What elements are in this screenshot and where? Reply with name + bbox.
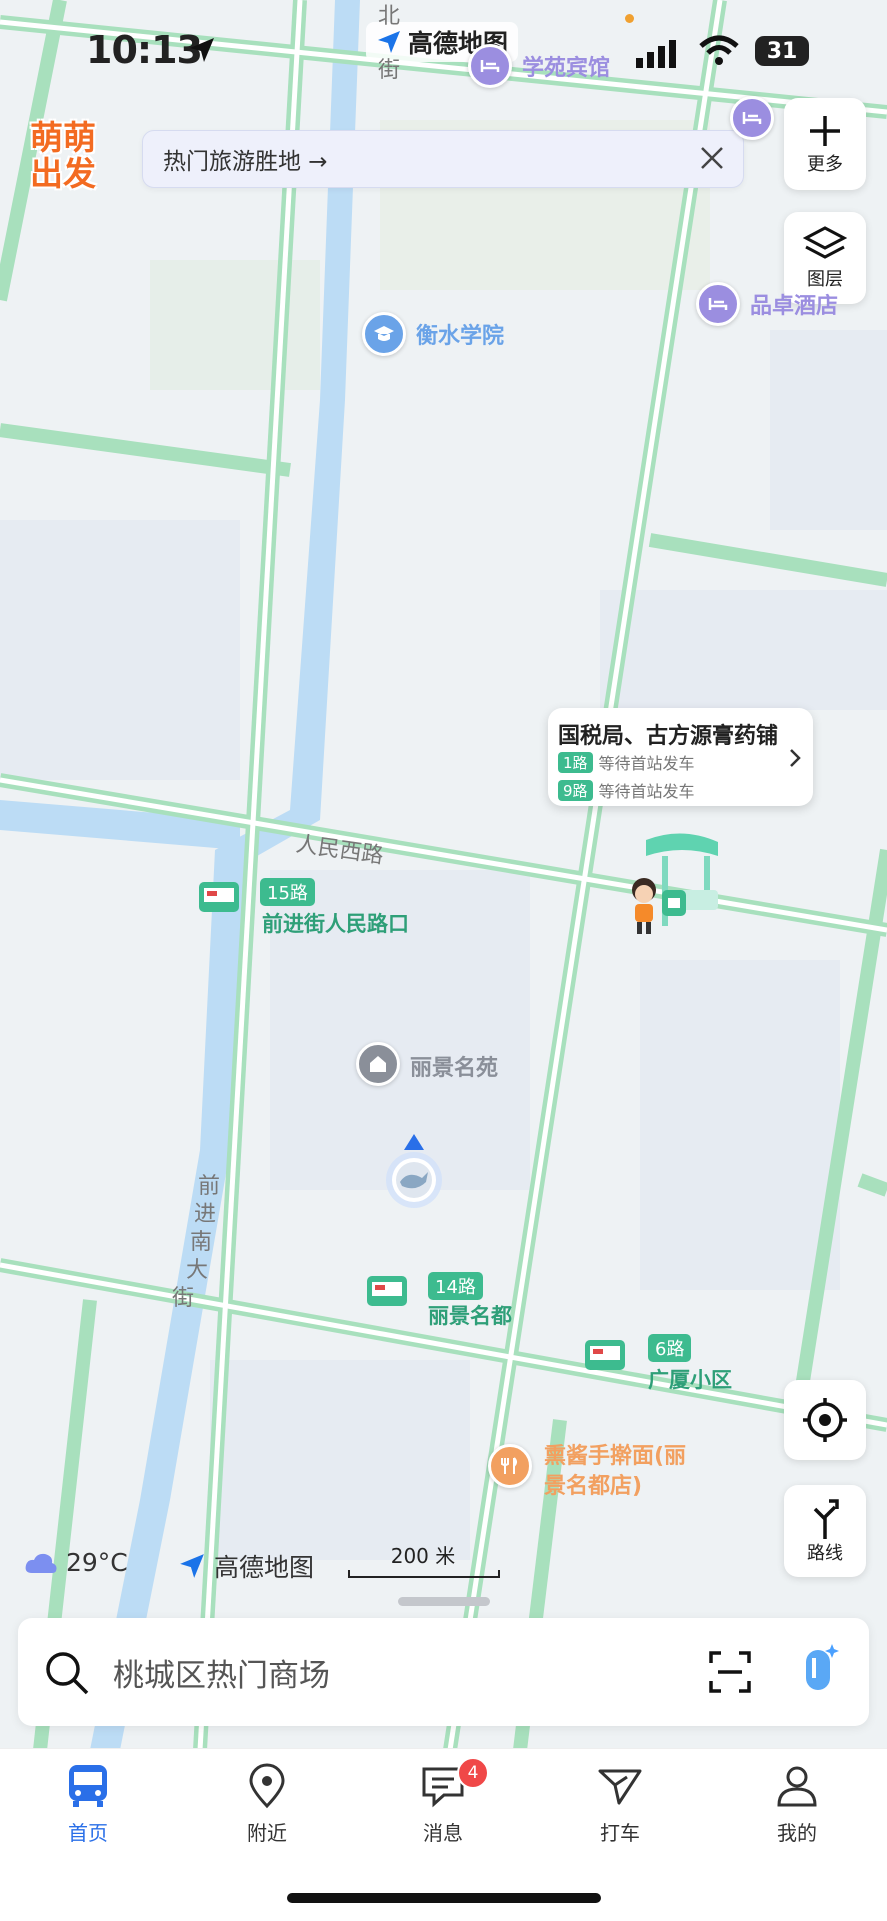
bus-stop-icon[interactable]: [584, 1334, 630, 1374]
poi-label[interactable]: 学苑宾馆: [522, 50, 610, 82]
map-brand-label: 高德地图: [214, 1553, 315, 1582]
map-label-street: 街: [378, 58, 401, 83]
bus-stop-icon[interactable]: [366, 1270, 412, 1310]
unread-badge: 4: [457, 1757, 489, 1789]
wifi-icon: [699, 35, 739, 65]
more-button[interactable]: 更多: [784, 98, 866, 190]
layers-icon: [803, 226, 847, 259]
search-placeholder: 桃城区热门商场: [113, 1658, 330, 1694]
weather-temp: 29°C: [66, 1548, 128, 1577]
bus-card-row: 9路 等待首站发车: [558, 778, 695, 802]
battery-indicator: 31: [755, 36, 809, 66]
hotel-icon[interactable]: [730, 96, 774, 140]
bus-stop-name[interactable]: 丽景名都: [428, 1300, 512, 1330]
bus-stop-icon[interactable]: [198, 876, 244, 916]
chevron-right-icon: [790, 749, 801, 767]
map-scale: 200 米: [348, 1540, 500, 1580]
bus-card-title: 国税局、古方源膏药铺: [558, 724, 779, 749]
logo-line-1: 萌萌: [30, 118, 96, 157]
map-label-north: 北: [378, 4, 401, 29]
bus-icon: [69, 1765, 107, 1807]
person-icon: [777, 1766, 817, 1807]
logo-line-2: 出发: [30, 154, 96, 193]
close-icon[interactable]: [697, 143, 727, 173]
bus-card-route: 1路: [558, 751, 593, 773]
crosshair-icon: [803, 1398, 847, 1442]
taxi-icon: [598, 1769, 642, 1805]
more-label: 更多: [807, 154, 843, 175]
search-bar[interactable]: 桃城区热门商场: [18, 1618, 869, 1726]
tab-label: 首页: [68, 1821, 108, 1845]
tab-messages[interactable]: 消息 4: [383, 1757, 503, 1846]
tab-home[interactable]: 首页: [28, 1763, 148, 1846]
search-icon: [46, 1652, 89, 1695]
tab-label: 我的: [777, 1821, 817, 1845]
bus-shelter-illustration[interactable]: [626, 830, 732, 938]
tab-nearby[interactable]: 附近: [207, 1763, 327, 1846]
restaurant-icon[interactable]: [488, 1444, 532, 1488]
cloud-icon: [25, 1553, 57, 1573]
residential-icon[interactable]: [356, 1042, 400, 1086]
bus-card-route: 9路: [558, 779, 593, 801]
signal-icon: [636, 40, 676, 68]
tab-label: 打车: [600, 1821, 640, 1845]
amap-logo-icon: [180, 1554, 204, 1578]
tab-taxi[interactable]: 打车: [560, 1763, 680, 1846]
hotel-icon[interactable]: [468, 44, 512, 88]
hotel-icon[interactable]: [696, 282, 740, 326]
route-button[interactable]: 路线: [784, 1485, 866, 1577]
bus-card-row: 1路 等待首站发车: [558, 750, 695, 774]
home-indicator: [287, 1893, 601, 1903]
school-icon[interactable]: [362, 312, 406, 356]
poi-label[interactable]: 熏酱手擀面(丽: [544, 1438, 686, 1470]
bus-info-card[interactable]: 国税局、古方源膏药铺 1路 等待首站发车 9路 等待首站发车: [548, 708, 813, 806]
weather-widget[interactable]: 29°C: [24, 1548, 128, 1577]
location-pin-icon: [249, 1763, 285, 1809]
promo-banner[interactable]: 热门旅游胜地 →: [142, 130, 744, 188]
bus-stop-name[interactable]: 前进街人民路口: [262, 908, 409, 938]
tab-label: 附近: [247, 1821, 287, 1845]
poi-label[interactable]: 衡水学院: [416, 318, 504, 350]
map-canvas[interactable]: [0, 0, 887, 1750]
route-arrow-icon: [813, 1499, 839, 1539]
bus-card-status: 等待首站发车: [598, 754, 695, 773]
route-label: 路线: [807, 1543, 843, 1564]
scan-icon[interactable]: [708, 1650, 752, 1694]
poi-label[interactable]: 丽景名苑: [410, 1050, 498, 1082]
voice-assistant-icon[interactable]: [788, 1640, 848, 1704]
road-label: 街: [172, 1286, 195, 1311]
status-time: 10:13: [86, 28, 203, 72]
banner-text: 热门旅游胜地 →: [163, 149, 328, 175]
poi-label[interactable]: 景名都店): [544, 1468, 642, 1500]
plus-icon: [810, 116, 840, 146]
poi-label[interactable]: 品卓酒店: [750, 288, 838, 320]
tab-profile[interactable]: 我的: [737, 1763, 857, 1846]
bus-route-badge: 15路: [260, 878, 315, 906]
location-arrow-icon: [190, 38, 214, 62]
bus-card-status: 等待首站发车: [598, 782, 695, 801]
bus-route-badge: 6路: [648, 1334, 692, 1362]
current-location-marker[interactable]: [378, 1132, 450, 1212]
tab-label: 消息: [423, 1821, 463, 1845]
campaign-logo[interactable]: 萌萌 出发: [22, 120, 104, 200]
map-scale-bar: [348, 1570, 500, 1578]
map-scale-label: 200 米: [390, 1544, 456, 1568]
sheet-handle[interactable]: [398, 1597, 490, 1606]
notification-dot: [625, 14, 634, 23]
bus-stop-name[interactable]: 广厦小区: [648, 1364, 732, 1394]
bus-route-badge: 14路: [428, 1272, 483, 1300]
locate-button[interactable]: [784, 1380, 866, 1460]
map-brand: 高德地图: [178, 1548, 314, 1584]
